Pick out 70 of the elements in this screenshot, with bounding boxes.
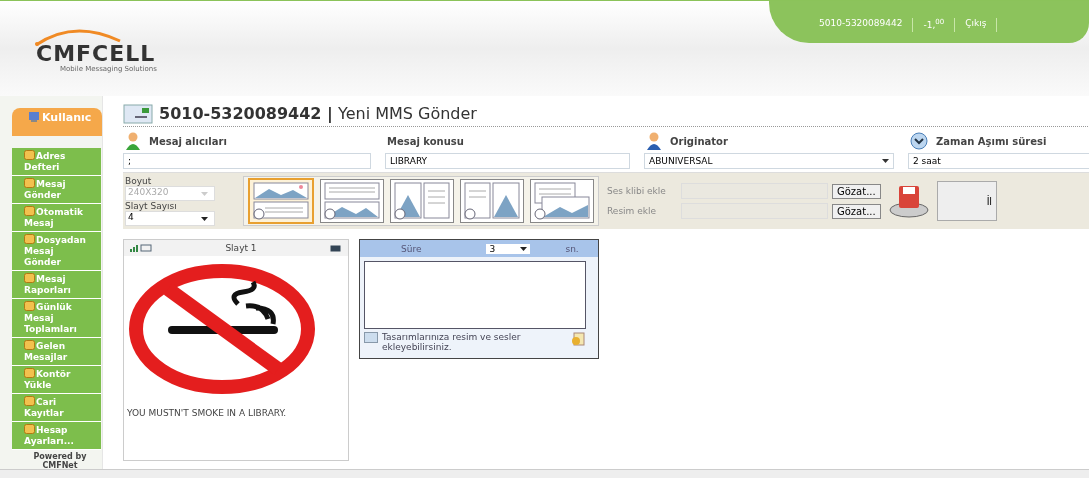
sidebar-item[interactable]: Dosyadan Mesaj Gönder <box>12 232 101 271</box>
slide-count-dropdown[interactable]: 4 <box>125 211 215 226</box>
field-label: Mesaj alıcıları <box>149 135 227 147</box>
size-label: Boyut <box>125 176 153 186</box>
person-icon <box>646 132 662 150</box>
logout-link[interactable]: Çıkış <box>965 18 987 28</box>
sidebar-item[interactable]: Mesaj Raporları <box>12 271 101 299</box>
browse-button[interactable]: Gözat... <box>832 183 881 199</box>
field-label: Zaman Aşımı süresi <box>936 135 1047 147</box>
slide-title: Slayt 1 <box>225 243 257 253</box>
field-label: Mesaj konusu <box>387 135 464 147</box>
message-icon <box>123 102 153 124</box>
sidebar-item[interactable]: Hesap Ayarları... <box>12 422 101 450</box>
battery-icon <box>330 244 342 252</box>
menu-item-icon <box>24 396 35 406</box>
originator-dropdown[interactable]: ABUNIVERSAL <box>644 153 894 169</box>
input-field[interactable]: LIBRARY <box>385 153 630 169</box>
menu-item-icon <box>24 150 35 160</box>
menu-item-icon <box>24 273 35 283</box>
menu-item-icon <box>24 340 35 350</box>
duration-label: Süre <box>401 243 422 254</box>
powered-by-text: Powered by CMFNet <box>32 452 88 470</box>
attachment-label: Ses klibi ekle <box>607 186 667 196</box>
caret-down-icon <box>520 246 528 251</box>
sidebar-item[interactable]: Adres Defteri <box>12 148 101 176</box>
layout-option[interactable] <box>390 179 454 223</box>
slide-text-area[interactable] <box>364 261 586 329</box>
signal-icon <box>130 244 152 252</box>
credit-balance: -1,$^{00}$ <box>923 18 945 30</box>
monitor-icon <box>28 111 40 123</box>
logo: CMFCELL <box>36 41 156 66</box>
menu-item-icon <box>24 178 35 188</box>
hint-text: Tasarımlarınıza resim ve sesler ekleyebilirsiniz. <box>382 332 522 352</box>
image-icon <box>364 332 378 343</box>
user-number: 5010-5320089442 <box>819 18 903 28</box>
page-title: 5010-5320089442 | Yeni MMS Gönder <box>159 103 477 123</box>
next-button[interactable]: İl <box>936 181 997 221</box>
sidebar-item[interactable]: Mesaj Gönder <box>12 176 101 204</box>
sidebar-title: Kullanıc <box>12 108 102 136</box>
clock-icon <box>910 132 928 150</box>
layout-option[interactable] <box>320 179 384 223</box>
layout-option[interactable] <box>460 179 524 223</box>
attachment-label: Resim ekle <box>607 206 657 216</box>
horizontal-scrollbar[interactable] <box>0 469 1089 478</box>
sidebar-item[interactable]: Gelen Mesajlar <box>12 338 101 366</box>
slide-caption: YOU MUSTN'T SMOKE IN A LIBRARY. <box>126 407 288 418</box>
caret-down-icon <box>201 191 208 196</box>
sidebar-item[interactable]: Cari Kayıtlar <box>12 394 101 422</box>
person-icon <box>125 132 141 150</box>
caret-down-icon <box>882 159 889 163</box>
menu-item-icon <box>24 234 35 244</box>
save-icon[interactable] <box>888 184 929 218</box>
menu-item-icon <box>24 424 35 434</box>
sidebar-item[interactable]: Günlük Mesaj Toplamları <box>12 299 101 338</box>
sound-file-icon[interactable] <box>571 332 585 346</box>
menu-item-icon <box>24 206 35 216</box>
layout-option[interactable] <box>530 179 594 223</box>
menu-item-icon <box>24 301 35 311</box>
input-field[interactable]: 2 saat <box>908 153 1089 169</box>
field-label: Originator <box>670 135 728 147</box>
sidebar-item[interactable]: Otomatik Mesaj <box>12 204 101 232</box>
caret-down-icon <box>201 216 208 221</box>
browse-button[interactable]: Gözat... <box>832 203 881 219</box>
duration-dropdown[interactable]: 3 <box>486 243 531 254</box>
slide-count-label: Slayt Sayısı <box>125 201 178 211</box>
input-field[interactable]: ; <box>123 153 371 169</box>
duration-unit: sn. <box>565 243 579 254</box>
menu-item-icon <box>24 368 35 378</box>
sidebar-item[interactable]: Kontör Yükle <box>12 366 101 394</box>
layout-option[interactable] <box>248 178 314 224</box>
